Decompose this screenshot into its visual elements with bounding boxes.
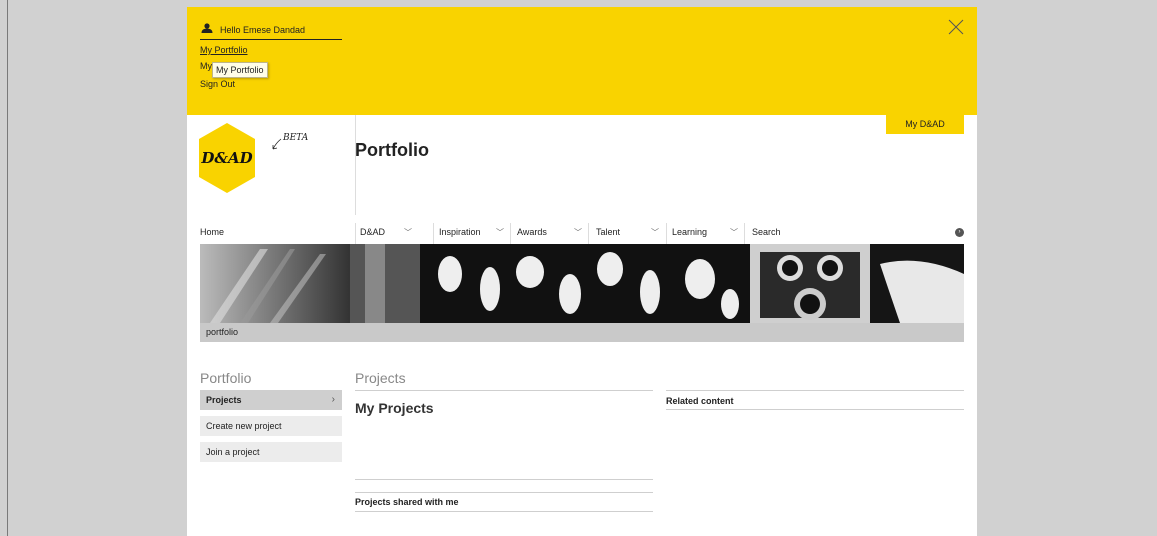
- nav-item-learning[interactable]: Learning ﹀: [672, 223, 744, 244]
- nav-label-inspiration: Inspiration: [439, 227, 481, 237]
- beta-arrow-icon: [272, 138, 282, 150]
- nav-label-talent: Talent: [596, 227, 621, 237]
- breadcrumb: portfolio: [200, 323, 964, 342]
- nav-item-awards[interactable]: Awards ﹀: [517, 223, 589, 244]
- nav-item-dad[interactable]: D&AD ﹀: [360, 223, 412, 244]
- sidebar-item-label: Projects: [206, 395, 242, 405]
- sidebar-item-label: Create new project: [206, 421, 282, 431]
- nav-separator: [744, 223, 745, 244]
- nav-separator: [355, 223, 356, 244]
- account-panel: Hello Emese Dandad My Portfolio Myney Si…: [187, 7, 977, 115]
- dad-logo[interactable]: D&AD BETA: [187, 115, 355, 215]
- projects-shared-title: Projects shared with me: [355, 497, 459, 507]
- page-title: Portfolio: [355, 140, 429, 160]
- banner-photo: [200, 244, 964, 323]
- nav-label-learning: Learning: [672, 227, 708, 237]
- chevron-down-icon: ﹀: [496, 228, 504, 237]
- logo-area[interactable]: D&AD BETA: [187, 115, 355, 215]
- tooltip: My Portfolio: [212, 62, 268, 78]
- user-icon: [201, 23, 213, 33]
- nav-separator: [666, 223, 667, 244]
- nav-label-home: Home: [200, 227, 225, 237]
- divider: [355, 492, 653, 493]
- nav-label-dad: D&AD: [360, 227, 386, 237]
- divider: [666, 390, 964, 391]
- chevron-down-icon: ﹀: [730, 228, 738, 237]
- related-content-title: Related content: [666, 396, 734, 406]
- sidebar-item-join-a-project[interactable]: Join a project: [200, 442, 342, 462]
- nav-item-home[interactable]: Home: [200, 223, 224, 244]
- divider: [666, 409, 964, 410]
- account-user[interactable]: Hello Emese Dandad: [200, 21, 342, 40]
- nav-separator: [588, 223, 589, 244]
- sidebar-item-projects[interactable]: Projects ›: [200, 390, 342, 410]
- sidebar-title: Portfolio: [200, 370, 252, 386]
- logo-text: D&AD: [200, 149, 252, 167]
- sign-out-link[interactable]: Sign Out: [200, 79, 235, 89]
- nav-item-search[interactable]: Search: [752, 223, 781, 244]
- window-edge-line: [7, 0, 8, 536]
- header-divider: [355, 115, 356, 215]
- my-dad-button[interactable]: My D&AD: [886, 115, 964, 134]
- beta-label: BETA: [282, 133, 309, 143]
- divider: [355, 479, 653, 480]
- chevron-down-icon: ﹀: [404, 228, 412, 237]
- page: Hello Emese Dandad My Portfolio Myney Si…: [187, 7, 977, 536]
- my-journey-link-start: My: [200, 61, 212, 71]
- greeting-label: Hello Emese Dandad: [220, 25, 306, 35]
- my-projects-title: My Projects: [355, 400, 434, 416]
- nav-next-icon[interactable]: ›: [955, 228, 964, 237]
- chevron-down-icon: ﹀: [651, 228, 659, 237]
- nav-label-awards: Awards: [517, 227, 547, 237]
- nav-separator: [510, 223, 511, 244]
- nav-item-talent[interactable]: Talent ﹀: [596, 223, 668, 244]
- chevron-right-icon: ›: [331, 394, 335, 405]
- nav-separator: [433, 223, 434, 244]
- sidebar-item-create-new-project[interactable]: Create new project: [200, 416, 342, 436]
- sidebar-item-label: Join a project: [206, 447, 260, 457]
- chevron-down-icon: ﹀: [574, 228, 582, 237]
- main-nav: Home D&AD ﹀ Inspiration ﹀ Awards ﹀ Talent ﹀ …: [200, 223, 964, 244]
- main-section-title: Projects: [355, 370, 406, 386]
- divider: [355, 390, 653, 391]
- close-icon[interactable]: [948, 19, 964, 35]
- banner-image: [200, 244, 964, 323]
- divider: [355, 511, 653, 512]
- nav-label-search: Search: [752, 227, 781, 237]
- nav-item-inspiration[interactable]: Inspiration ﹀: [439, 223, 521, 244]
- my-portfolio-link[interactable]: My Portfolio: [200, 45, 248, 55]
